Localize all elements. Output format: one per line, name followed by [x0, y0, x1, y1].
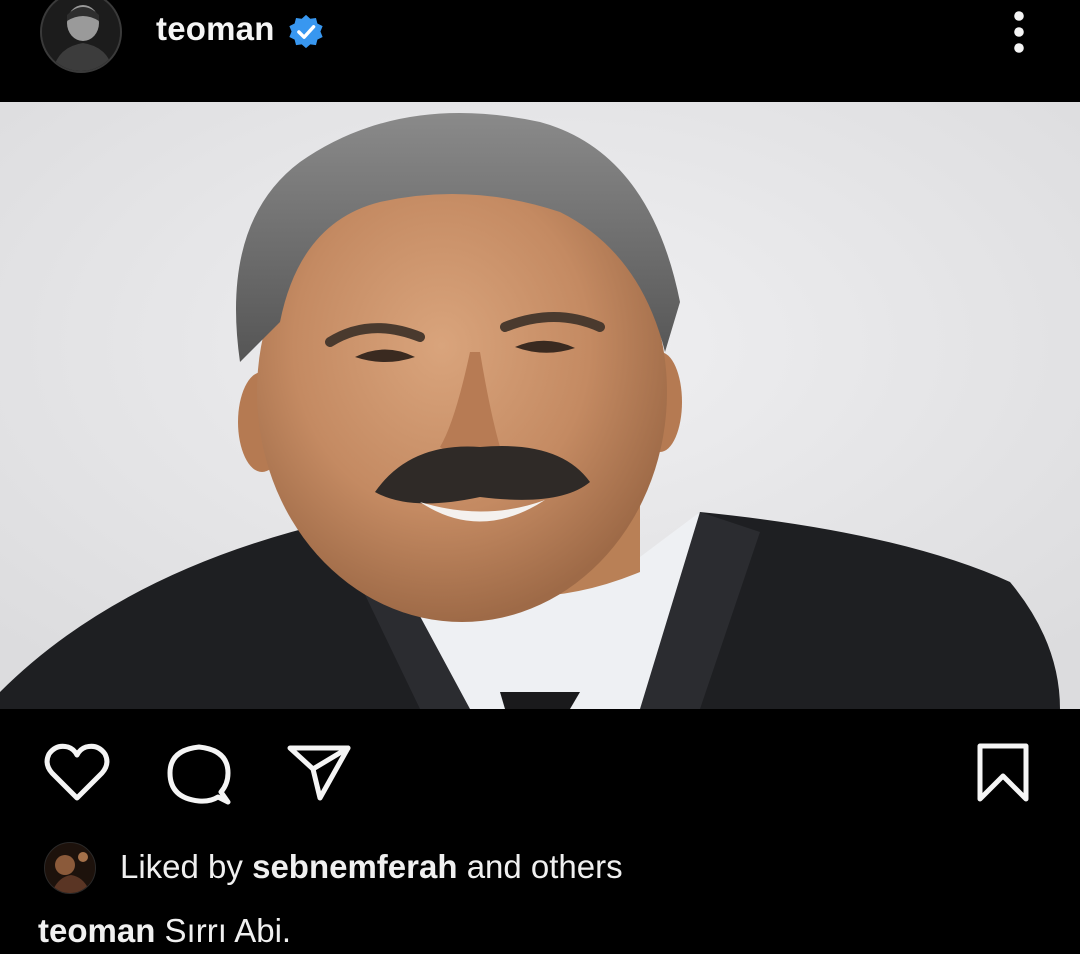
- more-vertical-icon[interactable]: [1000, 8, 1038, 58]
- caption-text: Sırrı Abi.: [164, 912, 292, 949]
- verified-badge-icon: [289, 14, 323, 49]
- likes-summary[interactable]: Liked by sebnemferah and others: [120, 848, 623, 886]
- post-photo[interactable]: [0, 102, 1080, 709]
- comment-bubble-icon[interactable]: [166, 742, 232, 806]
- paper-plane-icon[interactable]: [286, 742, 352, 802]
- likes-suffix[interactable]: and others: [467, 848, 623, 885]
- bookmark-outline-icon[interactable]: [974, 742, 1032, 804]
- caption-username[interactable]: teoman: [38, 912, 155, 949]
- liker-avatar[interactable]: [44, 842, 96, 894]
- likes-prefix: Liked by: [120, 848, 243, 885]
- profile-avatar[interactable]: [40, 0, 122, 73]
- portrait-image: [0, 102, 1080, 709]
- post-author-username[interactable]: teoman: [156, 10, 275, 48]
- heart-outline-icon[interactable]: [44, 742, 110, 804]
- liker-username[interactable]: sebnemferah: [252, 848, 457, 885]
- post-caption: teoman Sırrı Abi.: [38, 912, 291, 950]
- liker-avatar-image: [45, 843, 95, 893]
- avatar-image: [42, 0, 120, 71]
- instagram-post: teoman Liked by sebnemferah and others t…: [0, 0, 1080, 954]
- post-header: teoman: [0, 0, 1080, 102]
